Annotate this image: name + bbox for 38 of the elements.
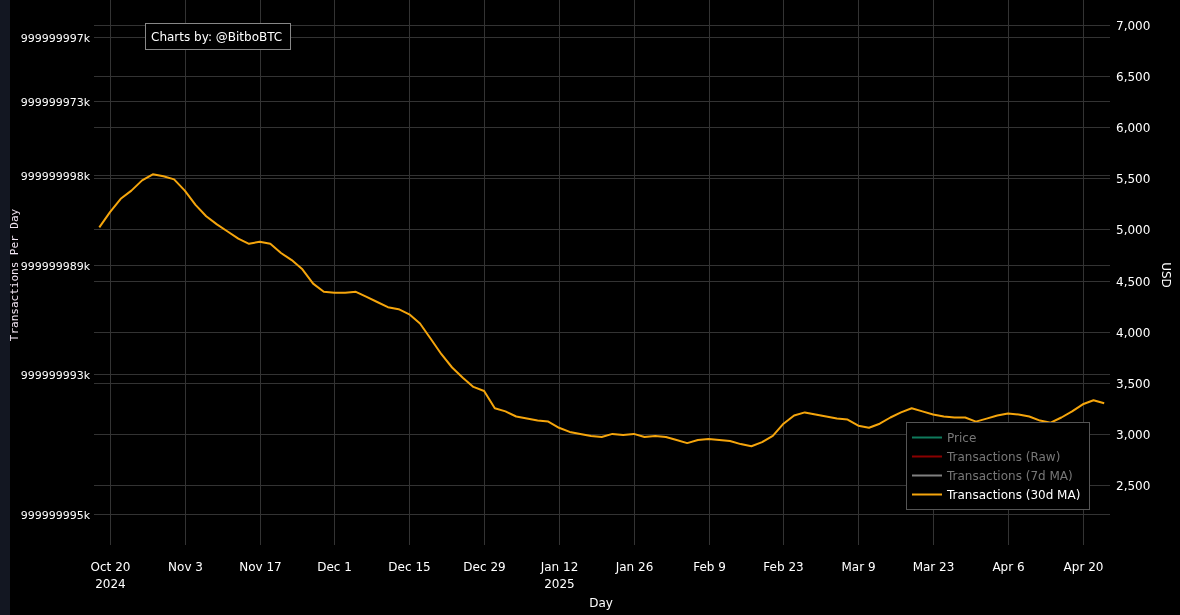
x-axis-tick-label: Feb 9 bbox=[693, 560, 726, 574]
y-axis-tick-label: 7,000 bbox=[1116, 18, 1151, 33]
x-axis-tick-label: Apr 20 bbox=[1063, 560, 1104, 574]
legend-item[interactable]: Transactions (7d MA) bbox=[947, 468, 1073, 483]
y-axis-tick-label: 4,500 bbox=[1116, 274, 1151, 289]
y-axis-tick-label: 2,500 bbox=[1116, 478, 1151, 493]
legend-item[interactable]: Price bbox=[947, 430, 977, 445]
y-axis-tick-label: 999999973k bbox=[20, 95, 90, 109]
y-axis-tick-label: 999999997k bbox=[20, 31, 90, 45]
x-axis-tick-label: Mar 9 bbox=[841, 560, 876, 574]
x-axis-tick-label: Feb 23 bbox=[763, 560, 804, 574]
legend-item[interactable]: Transactions (Raw) bbox=[947, 449, 1061, 464]
x-axis-tick-label: Jan 26 bbox=[615, 560, 654, 574]
x-axis-tick-label: Nov 17 bbox=[239, 560, 282, 574]
x-axis-tick-label: Oct 20 2024 bbox=[90, 560, 131, 591]
legend-item[interactable]: Transactions (30d MA) bbox=[947, 487, 1081, 502]
y-axis-tick-label: 6,000 bbox=[1116, 120, 1151, 135]
x-axis-tick-label: Nov 3 bbox=[168, 560, 203, 574]
y-axis-tick-label: 3,000 bbox=[1116, 427, 1151, 442]
axis-title: Day bbox=[589, 596, 613, 610]
y-axis-tick-label: 4,000 bbox=[1116, 325, 1151, 340]
x-axis-tick-label: Dec 1 bbox=[317, 560, 352, 574]
x-axis-tick-label: Mar 23 bbox=[912, 560, 955, 574]
credit-label: Charts by: @BitboBTC bbox=[145, 23, 291, 50]
y-axis-tick-label: 5,500 bbox=[1116, 171, 1151, 186]
x-axis-tick-label: Apr 6 bbox=[992, 560, 1025, 574]
y-axis-tick-label: 5,000 bbox=[1116, 222, 1151, 237]
y-axis-tick-label: 999999995k bbox=[20, 508, 90, 522]
y-axis-tick-label: 999999998k bbox=[20, 169, 90, 183]
axis-title: Transactions Per Day bbox=[10, 208, 21, 342]
y-axis-tick-label: 999999989k bbox=[20, 259, 90, 273]
y-axis-tick-label: 3,500 bbox=[1116, 376, 1151, 391]
x-axis-tick-label: Dec 15 bbox=[388, 560, 431, 574]
axis-title: USD bbox=[1159, 262, 1173, 288]
x-axis-tick-label: Dec 29 bbox=[463, 560, 506, 574]
x-axis-tick-label: Jan 12 2025 bbox=[540, 560, 579, 591]
y-axis-tick-label: 999999993k bbox=[20, 368, 90, 382]
y-axis-tick-label: 6,500 bbox=[1116, 69, 1151, 84]
